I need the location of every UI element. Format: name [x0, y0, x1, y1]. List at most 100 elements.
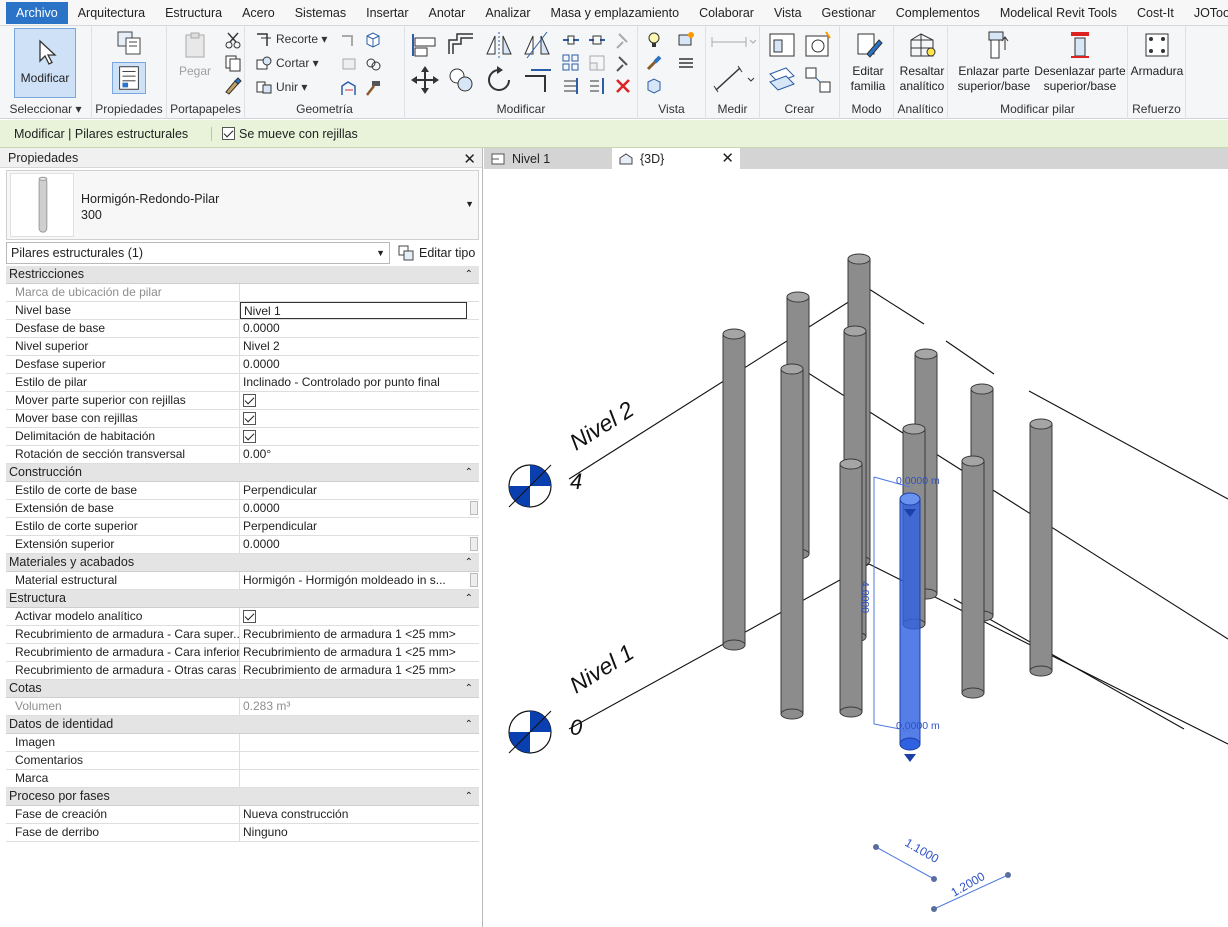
- modify-button[interactable]: Modificar: [14, 28, 76, 98]
- dim-a-label[interactable]: 1.1000: [903, 835, 942, 866]
- property-checkbox[interactable]: [243, 430, 256, 443]
- extend-multi-icon[interactable]: [587, 76, 607, 96]
- tab-3d[interactable]: {3D} ✕: [612, 148, 740, 169]
- property-checkbox-cell[interactable]: [240, 428, 479, 445]
- select-dropdown[interactable]: Seleccionar ▾: [0, 102, 91, 116]
- property-value[interactable]: Recubrimiento de armadura 1 <25 mm>: [240, 662, 479, 679]
- property-checkbox-cell[interactable]: [240, 608, 479, 625]
- group-header[interactable]: Datos de identidad ⌃: [6, 716, 479, 734]
- pin-icon[interactable]: [613, 53, 633, 73]
- structural-column[interactable]: [722, 328, 746, 651]
- menu-item-insertar[interactable]: Insertar: [356, 2, 418, 24]
- split-gap-icon[interactable]: [587, 30, 607, 50]
- menu-item-vista[interactable]: Vista: [764, 2, 812, 24]
- paintbrush-icon[interactable]: [644, 53, 664, 73]
- browse-button[interactable]: [470, 537, 478, 551]
- split-icon[interactable]: [561, 30, 581, 50]
- menu-item-arquitectura[interactable]: Arquitectura: [68, 2, 155, 24]
- mirror-axis-icon[interactable]: [483, 30, 515, 60]
- group-header[interactable]: Materiales y acabados ⌃: [6, 554, 479, 572]
- menu-item-estructura[interactable]: Estructura: [155, 2, 232, 24]
- properties-toggle-icon[interactable]: [112, 62, 146, 94]
- level-1-elevation[interactable]: 0: [570, 715, 583, 740]
- attach-top-base-button[interactable]: Enlazar parte superior/base: [954, 30, 1034, 94]
- menu-item-jotools[interactable]: JOTools: [1184, 2, 1228, 24]
- edit-type-button[interactable]: Editar tipo: [397, 242, 475, 264]
- group-header[interactable]: Construcción ⌃: [6, 464, 479, 482]
- property-value[interactable]: Perpendicular: [240, 518, 479, 535]
- property-checkbox-cell[interactable]: [240, 410, 479, 427]
- grid-dimensions[interactable]: 1.1000 1.2000: [873, 835, 1011, 912]
- menu-item-analizar[interactable]: Analizar: [475, 2, 540, 24]
- menu-item-colaborar[interactable]: Colaborar: [689, 2, 764, 24]
- linework-icon[interactable]: [676, 53, 696, 73]
- base-grip-icon[interactable]: [904, 754, 916, 762]
- group-header[interactable]: Restricciones ⌃: [6, 266, 479, 284]
- property-value[interactable]: 0.0000: [240, 536, 479, 553]
- cortar-button[interactable]: Cortar ▾: [255, 53, 319, 73]
- group-header[interactable]: Cotas ⌃: [6, 680, 479, 698]
- collapse-icon[interactable]: ⌃: [465, 680, 473, 697]
- lightbulb-icon[interactable]: [644, 30, 664, 50]
- structural-column[interactable]: [839, 458, 863, 718]
- create-similar-icon[interactable]: [802, 30, 834, 60]
- level-1-marker[interactable]: Nivel 1 0: [508, 639, 638, 754]
- structural-column[interactable]: [780, 363, 804, 720]
- property-value[interactable]: 0.0000: [240, 356, 479, 373]
- property-checkbox[interactable]: [243, 412, 256, 425]
- tab-nivel-1[interactable]: Nivel 1: [484, 148, 612, 169]
- browse-button[interactable]: [470, 501, 478, 515]
- collapse-icon[interactable]: ⌃: [465, 716, 473, 733]
- property-value[interactable]: Ninguno: [240, 824, 479, 841]
- property-value[interactable]: 0.0000: [240, 500, 479, 517]
- property-checkbox[interactable]: [243, 610, 256, 623]
- level-2-elevation[interactable]: 4: [570, 469, 582, 494]
- top-offset-label[interactable]: 0.0000 m: [896, 475, 940, 487]
- structural-column[interactable]: [1029, 418, 1053, 677]
- create-part-icon[interactable]: [766, 30, 798, 60]
- browse-button[interactable]: [470, 573, 478, 587]
- close-tab-icon[interactable]: ✕: [721, 149, 734, 167]
- match-properties-icon[interactable]: [223, 76, 243, 96]
- collapse-icon[interactable]: ⌃: [465, 554, 473, 571]
- property-value[interactable]: Recubrimiento de armadura 1 <25 mm>: [240, 644, 479, 661]
- hammer-icon[interactable]: [363, 78, 383, 98]
- menu-item-anotar[interactable]: Anotar: [419, 2, 476, 24]
- pick-icon[interactable]: [363, 54, 383, 74]
- property-value[interactable]: Inclinado - Controlado por punto final: [240, 374, 479, 391]
- rebar-button[interactable]: Armadura: [1130, 30, 1184, 79]
- menu-item-sistemas[interactable]: Sistemas: [285, 2, 356, 24]
- property-value[interactable]: [240, 734, 479, 751]
- offset-icon[interactable]: [445, 30, 477, 60]
- menu-item-complementos[interactable]: Complementos: [886, 2, 990, 24]
- collapse-icon[interactable]: ⌃: [465, 266, 473, 283]
- property-checkbox[interactable]: [243, 394, 256, 407]
- type-properties-icon[interactable]: [114, 30, 144, 58]
- height-dimension-label[interactable]: 4.0000: [859, 581, 871, 613]
- collapse-icon[interactable]: ⌃: [465, 788, 473, 805]
- create-group-icon[interactable]: [802, 64, 834, 96]
- menu-item-masa-y-emplazamiento[interactable]: Masa y emplazamiento: [541, 2, 690, 24]
- copy-icon[interactable]: [223, 53, 243, 73]
- copy-element-icon[interactable]: [445, 64, 477, 96]
- structural-column[interactable]: [961, 455, 985, 699]
- level-2-name[interactable]: Nivel 2: [565, 396, 639, 455]
- move-icon[interactable]: [409, 64, 441, 96]
- group-header[interactable]: Proceso por fases ⌃: [6, 788, 479, 806]
- mirror-draw-icon[interactable]: [521, 30, 553, 60]
- create-assembly-icon[interactable]: [766, 64, 798, 96]
- level-1-name[interactable]: Nivel 1: [565, 639, 638, 698]
- close-icon[interactable]: ✕: [463, 150, 476, 168]
- hide-element-icon[interactable]: [644, 76, 664, 96]
- menu-item-gestionar[interactable]: Gestionar: [812, 2, 886, 24]
- menu-item-archivo[interactable]: Archivo: [6, 1, 68, 24]
- property-value[interactable]: Nivel 2: [240, 338, 479, 355]
- demolish-icon[interactable]: [339, 54, 359, 74]
- moves-with-grids-option[interactable]: Se mueve con rejillas: [222, 127, 358, 141]
- property-value[interactable]: Hormigón - Hormigón moldeado in s...: [240, 572, 479, 589]
- property-value[interactable]: Perpendicular: [240, 482, 479, 499]
- wall-join-icon[interactable]: [339, 30, 359, 50]
- property-value[interactable]: Nueva construcción: [240, 806, 479, 823]
- unir-button[interactable]: Unir ▾: [255, 77, 307, 97]
- 3d-view-canvas[interactable]: 0.0000 m 0.0000 m 4.0000 Nivel 2 4 Nivel…: [484, 169, 1228, 927]
